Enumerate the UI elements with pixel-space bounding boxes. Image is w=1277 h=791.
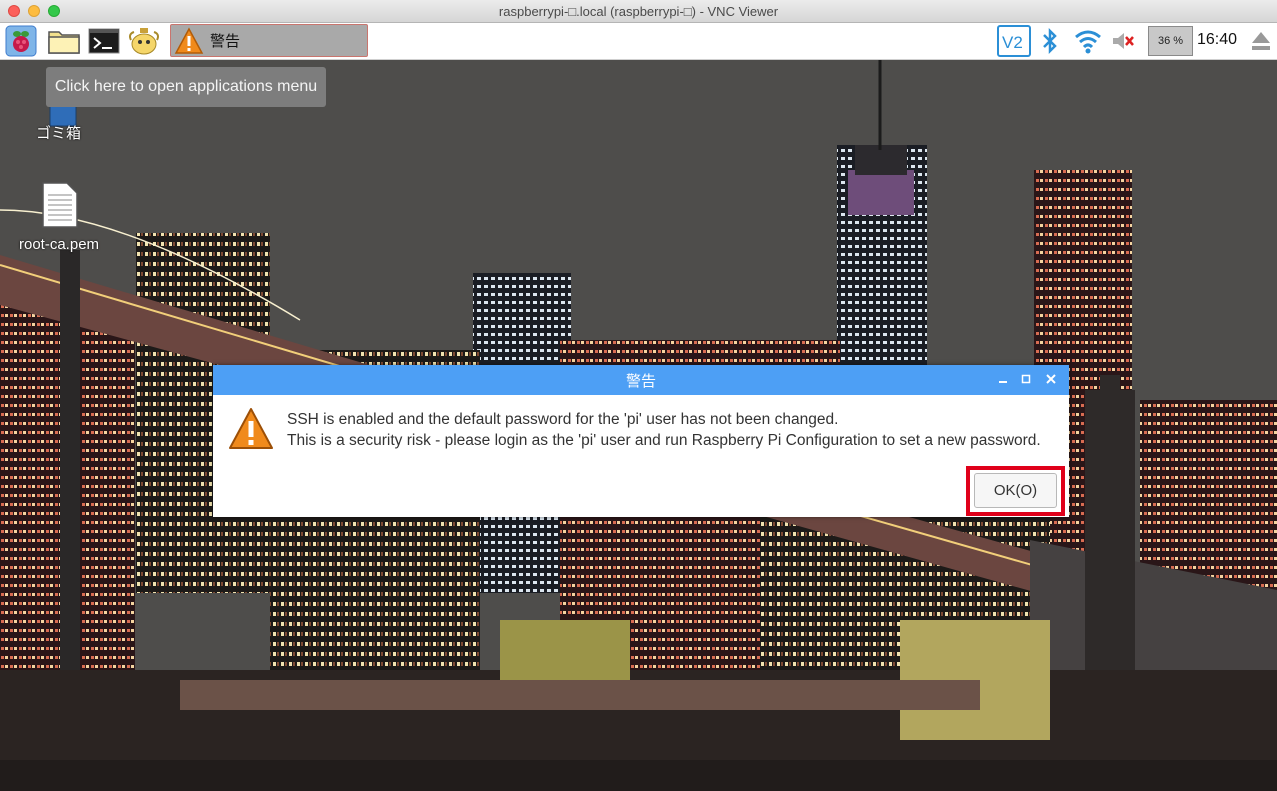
tooltip-text: Click here to open applications menu [54,78,318,95]
terminal-button[interactable] [87,25,121,57]
volume-muted-icon[interactable] [1110,27,1136,55]
close-window-button[interactable] [8,5,20,17]
window-titlebar: raspberrypi-□.local (raspberrypi-□) - VN… [0,0,1277,23]
eject-icon[interactable] [1249,27,1273,55]
file-label[interactable]: root-ca.pem [19,236,99,253]
vnc-server-button[interactable]: V2 [997,25,1031,57]
vnc-icon: V2 [997,25,1031,57]
file-icon[interactable] [41,181,79,229]
dialog-maximize-button[interactable] [1019,372,1033,386]
task-warning-window[interactable]: 警告 [170,24,368,57]
warning-icon [174,26,204,54]
ok-button-label: OK(O) [993,482,1038,499]
minimize-icon [999,381,1007,383]
window-title: raspberrypi-□.local (raspberrypi-□) - VN… [498,3,779,19]
applications-menu-tooltip: Click here to open applications menu [46,67,326,107]
cpu-usage-value: 36 % [1157,35,1184,47]
file-manager-icon [48,31,80,54]
maximize-icon [1021,374,1031,384]
dialog-minimize-button[interactable] [996,372,1010,386]
dialog-close-button[interactable] [1044,372,1058,386]
window-controls [8,5,60,17]
minimize-window-button[interactable] [28,5,40,17]
dialog-titlebar[interactable]: 警告 [213,365,1069,395]
wifi-icon[interactable] [1073,27,1103,55]
applications-menu-button[interactable] [3,25,39,57]
file-manager-button[interactable] [46,25,82,57]
mathematica-button[interactable] [126,25,162,57]
bluetooth-icon[interactable] [1040,27,1060,55]
cpu-monitor[interactable]: 36 % [1148,26,1193,56]
clock[interactable]: 16:40 [1197,31,1237,49]
raspberry-menu-icon [5,25,37,57]
warning-icon [229,408,273,449]
dialog-title: 警告 [625,372,656,390]
dialog-message-line1: SSH is enabled and the default password … [287,411,839,428]
taskbar-panel: 警告 V2 36 % 16:40 [0,23,1277,60]
warning-dialog: 警告 SSH is enabled and the default passwo… [213,365,1069,517]
task-label: 警告 [210,33,241,50]
ok-button[interactable]: OK(O) [974,473,1057,508]
close-icon [1046,374,1056,384]
dialog-message: SSH is enabled and the default password … [287,409,1041,451]
dialog-message-line2: This is a security risk - please login a… [287,432,1041,449]
maximize-window-button[interactable] [48,5,60,17]
terminal-icon [88,28,120,54]
mathematica-icon [129,28,159,55]
trash-label[interactable]: ゴミ箱 [36,122,81,143]
svg-text:V2: V2 [1002,33,1023,52]
